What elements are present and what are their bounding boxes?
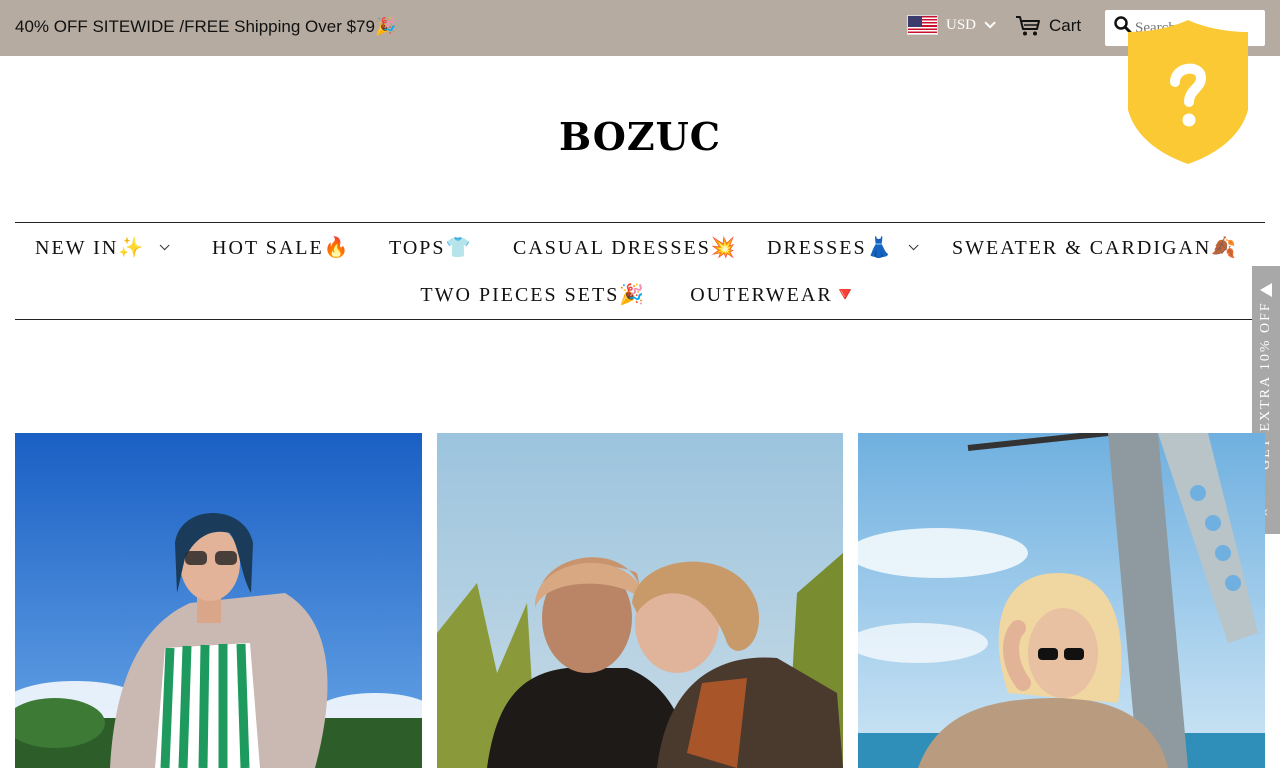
nav-item-hot-sale[interactable]: HOT SALE🔥 xyxy=(212,235,351,260)
question-shield-icon xyxy=(1128,20,1248,164)
currency-label: USD xyxy=(946,16,977,33)
us-flag-icon xyxy=(907,15,938,35)
product-image-1[interactable] xyxy=(15,433,422,768)
nav-item-sweater-cardigan[interactable]: SWEATER & CARDIGAN🍂 xyxy=(952,235,1238,260)
currency-selector[interactable]: USD xyxy=(907,15,996,35)
chevron-down-icon xyxy=(908,240,919,251)
site-logo[interactable]: BOZUC xyxy=(0,114,1280,159)
nav-item-tops[interactable]: TOPS👕 xyxy=(389,235,472,260)
nav-item-label: TOPS👕 xyxy=(389,237,473,259)
chevron-down-icon xyxy=(984,17,996,29)
nav-item-outerwear[interactable]: OUTERWEAR🔻 xyxy=(690,282,859,307)
nav-item-two-pieces-sets[interactable]: TWO PIECES SETS🎉 xyxy=(420,282,646,307)
nav-item-label: HOT SALE🔥 xyxy=(212,237,351,259)
cart-icon xyxy=(1016,16,1040,36)
chevron-down-icon xyxy=(159,240,170,251)
nav-item-casual-dresses[interactable]: CASUAL DRESSES💥 xyxy=(513,235,738,260)
nav-row-secondary: TWO PIECES SETS🎉 OUTERWEAR🔻 xyxy=(15,271,1265,317)
nav-item-label: DRESSES👗 xyxy=(767,237,894,259)
cart-link[interactable]: Cart xyxy=(1015,15,1081,37)
product-image-2[interactable] xyxy=(437,433,843,768)
nav-item-label: CASUAL DRESSES💥 xyxy=(513,237,738,259)
main-navigation: NEW IN✨ HOT SALE🔥 TOPS👕 CASUAL DRESSES💥 … xyxy=(15,222,1265,320)
nav-item-label: TWO PIECES SETS🎉 xyxy=(420,283,647,306)
nav-item-new-in[interactable]: NEW IN✨ xyxy=(35,235,170,260)
product-image-3[interactable] xyxy=(858,433,1265,768)
help-badge[interactable] xyxy=(1125,18,1251,166)
promo-text: 40% OFF SITEWIDE /FREE Shipping Over $79… xyxy=(15,17,397,36)
nav-item-label: NEW IN✨ xyxy=(35,237,146,259)
nav-item-dresses[interactable]: DRESSES👗 xyxy=(767,235,919,260)
nav-row-primary: NEW IN✨ HOT SALE🔥 TOPS👕 CASUAL DRESSES💥 … xyxy=(15,225,1265,271)
nav-item-label: OUTERWEAR🔻 xyxy=(690,283,860,306)
nav-item-label: SWEATER & CARDIGAN🍂 xyxy=(952,237,1239,259)
arrow-left-icon xyxy=(1260,283,1272,297)
announcement-bar: 40% OFF SITEWIDE /FREE Shipping Over $79… xyxy=(0,0,1280,56)
cart-label: Cart xyxy=(1049,16,1082,35)
